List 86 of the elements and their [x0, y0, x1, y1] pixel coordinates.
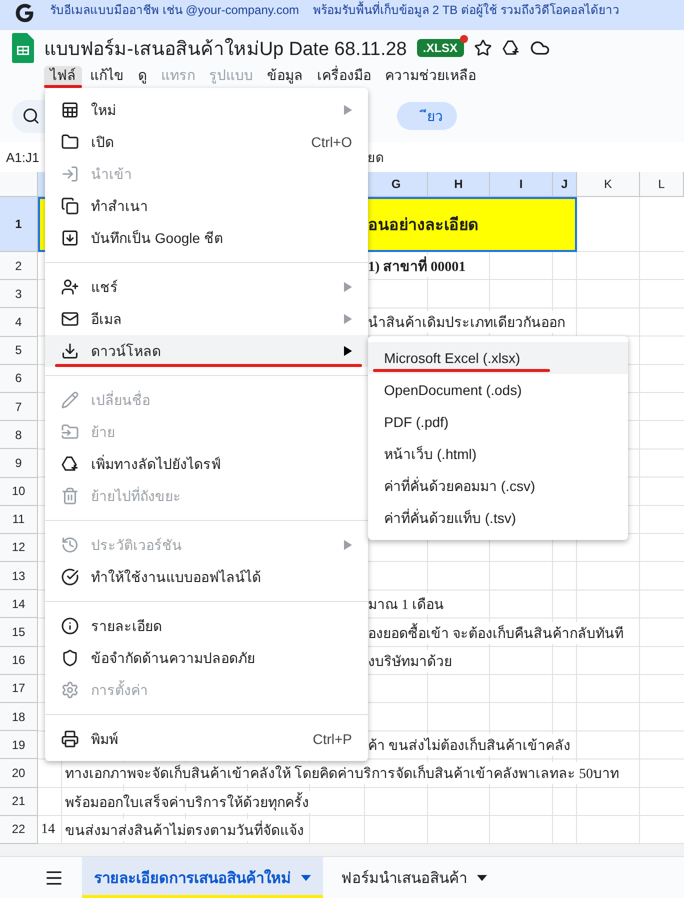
- column-header[interactable]: J: [553, 172, 577, 197]
- settings-icon: [61, 681, 79, 699]
- google-logo: [14, 2, 36, 24]
- row-number[interactable]: 8: [0, 421, 38, 450]
- sheet-tab[interactable]: ฟอร์มนำเสนอสินค้า: [329, 856, 499, 898]
- menu-bar-item[interactable]: เครื่องมือ: [311, 66, 377, 88]
- table-cell: พร้อมออกใบเสร็จค่าบริการให้ด้วยทุกครั้ง: [62, 790, 312, 813]
- caret-icon[interactable]: [477, 874, 487, 881]
- row-number[interactable]: 10: [0, 478, 38, 506]
- banner-text: รับอีเมลแบบมืออาชีพ เช่น @your-company.com: [50, 2, 299, 19]
- toolbar-button[interactable]: ียว: [397, 102, 457, 130]
- row-number[interactable]: 4: [0, 308, 38, 337]
- menu-item[interactable]: ใหม่: [45, 94, 368, 126]
- menu-bar-item[interactable]: ข้อมูล: [261, 66, 309, 88]
- row-number[interactable]: 22: [0, 816, 38, 844]
- row-number[interactable]: 17: [0, 674, 38, 703]
- table-cell-text: อนอย่างละเอียด: [367, 215, 479, 236]
- row-number[interactable]: 13: [0, 562, 38, 590]
- menu-item[interactable]: ดาวน์โหลด: [45, 335, 368, 367]
- sheet-tab[interactable]: รายละเอียดการเสนอสินค้าใหม่: [82, 856, 323, 898]
- trash-icon: [61, 487, 79, 505]
- tab-label: รายละเอียดการเสนอสินค้าใหม่: [94, 868, 291, 889]
- import-icon: [61, 165, 79, 183]
- document-title[interactable]: แบบฟอร์ม-เสนอสินค้าใหม่Up Date 68.11.28: [44, 33, 407, 63]
- menu-item[interactable]: เพิ่มทางลัดไปยังไดรฟ์: [45, 448, 368, 480]
- row-number[interactable]: 1: [0, 197, 38, 252]
- menu-item[interactable]: ทำสำเนา: [45, 190, 368, 222]
- menu-item[interactable]: หน้าเว็บ (.html): [368, 438, 628, 470]
- menu-item[interactable]: บันทึกเป็น Google ชีต: [45, 222, 368, 254]
- menu-item[interactable]: พิมพ์ Ctrl+P: [45, 723, 368, 755]
- menu-bar-item[interactable]: ดู: [132, 66, 153, 88]
- row-number[interactable]: 11: [0, 506, 38, 534]
- sheets-logo: [12, 33, 34, 63]
- history-icon: [61, 536, 79, 554]
- menu-item[interactable]: รายละเอียด: [45, 610, 368, 642]
- row-number[interactable]: 5: [0, 336, 38, 365]
- mail-icon: [61, 310, 79, 328]
- row-number[interactable]: 19: [0, 731, 38, 760]
- row-number[interactable]: 9: [0, 449, 38, 478]
- pencil-icon: [61, 391, 79, 409]
- menu-bar-item[interactable]: ไฟล์: [44, 66, 82, 88]
- row-number[interactable]: 18: [0, 703, 38, 732]
- row-number[interactable]: 14: [0, 590, 38, 618]
- shield-icon: [61, 649, 79, 667]
- menu-item[interactable]: PDF (.pdf): [368, 406, 628, 438]
- menu-item[interactable]: ค่าที่คั่นด้วยคอมมา (.csv): [368, 470, 628, 502]
- row-number[interactable]: 6: [0, 364, 38, 393]
- folder-icon: [61, 133, 79, 151]
- row-number[interactable]: 7: [0, 392, 38, 422]
- menu-bar-item[interactable]: แก้ไข: [84, 66, 130, 88]
- download-icon: [61, 342, 79, 360]
- star-icon[interactable]: [474, 39, 492, 57]
- column-header[interactable]: H: [428, 172, 490, 197]
- row-number[interactable]: 16: [0, 646, 38, 675]
- info-icon: [61, 617, 79, 635]
- menu-item[interactable]: ข้อจำกัดด้านความปลอดภัย: [45, 642, 368, 674]
- menu-item[interactable]: ทำให้ใช้งานแบบออฟไลน์ได้: [45, 561, 368, 593]
- menu-bar-item[interactable]: ความช่วยเหลือ: [379, 66, 482, 88]
- download-box-icon: [61, 229, 79, 247]
- row-number[interactable]: 12: [0, 534, 38, 562]
- formula-content: ยด: [367, 148, 384, 166]
- menu-item[interactable]: Microsoft Excel (.xlsx): [368, 342, 628, 374]
- menu-item[interactable]: แชร์: [45, 271, 368, 303]
- column-header[interactable]: I: [490, 172, 553, 197]
- copy-icon: [61, 197, 79, 215]
- column-header[interactable]: G: [365, 172, 428, 197]
- row-number[interactable]: 2: [0, 252, 38, 280]
- menu-item[interactable]: OpenDocument (.ods): [368, 374, 628, 406]
- check-circle-icon: [61, 568, 79, 586]
- row-number[interactable]: 20: [0, 759, 38, 788]
- printer-icon: [61, 730, 79, 748]
- tab-label: ฟอร์มนำเสนอสินค้า: [341, 868, 467, 889]
- menu-item[interactable]: ค่าที่คั่นด้วยแท็บ (.tsv): [368, 502, 628, 534]
- name-box[interactable]: A1:J1: [6, 150, 40, 164]
- menu-item[interactable]: อีเมล: [45, 303, 368, 335]
- person-add-icon: [61, 278, 79, 296]
- row-number[interactable]: 3: [0, 280, 38, 308]
- banner-text: พร้อมรับพื้นที่เก็บข้อมูล 2 TB ต่อผู้ใช้ รวมถึงวิดีโอคอลได้ยาว: [313, 0, 620, 20]
- row-number[interactable]: 15: [0, 618, 38, 647]
- menu-item[interactable]: เปิด Ctrl+O: [45, 126, 368, 158]
- column-header[interactable]: L: [640, 172, 684, 197]
- table-icon: [61, 101, 79, 119]
- row-number[interactable]: 21: [0, 788, 38, 816]
- folder-arrow-icon: [61, 423, 79, 441]
- column-header[interactable]: K: [577, 172, 640, 197]
- search-icon: [22, 107, 40, 125]
